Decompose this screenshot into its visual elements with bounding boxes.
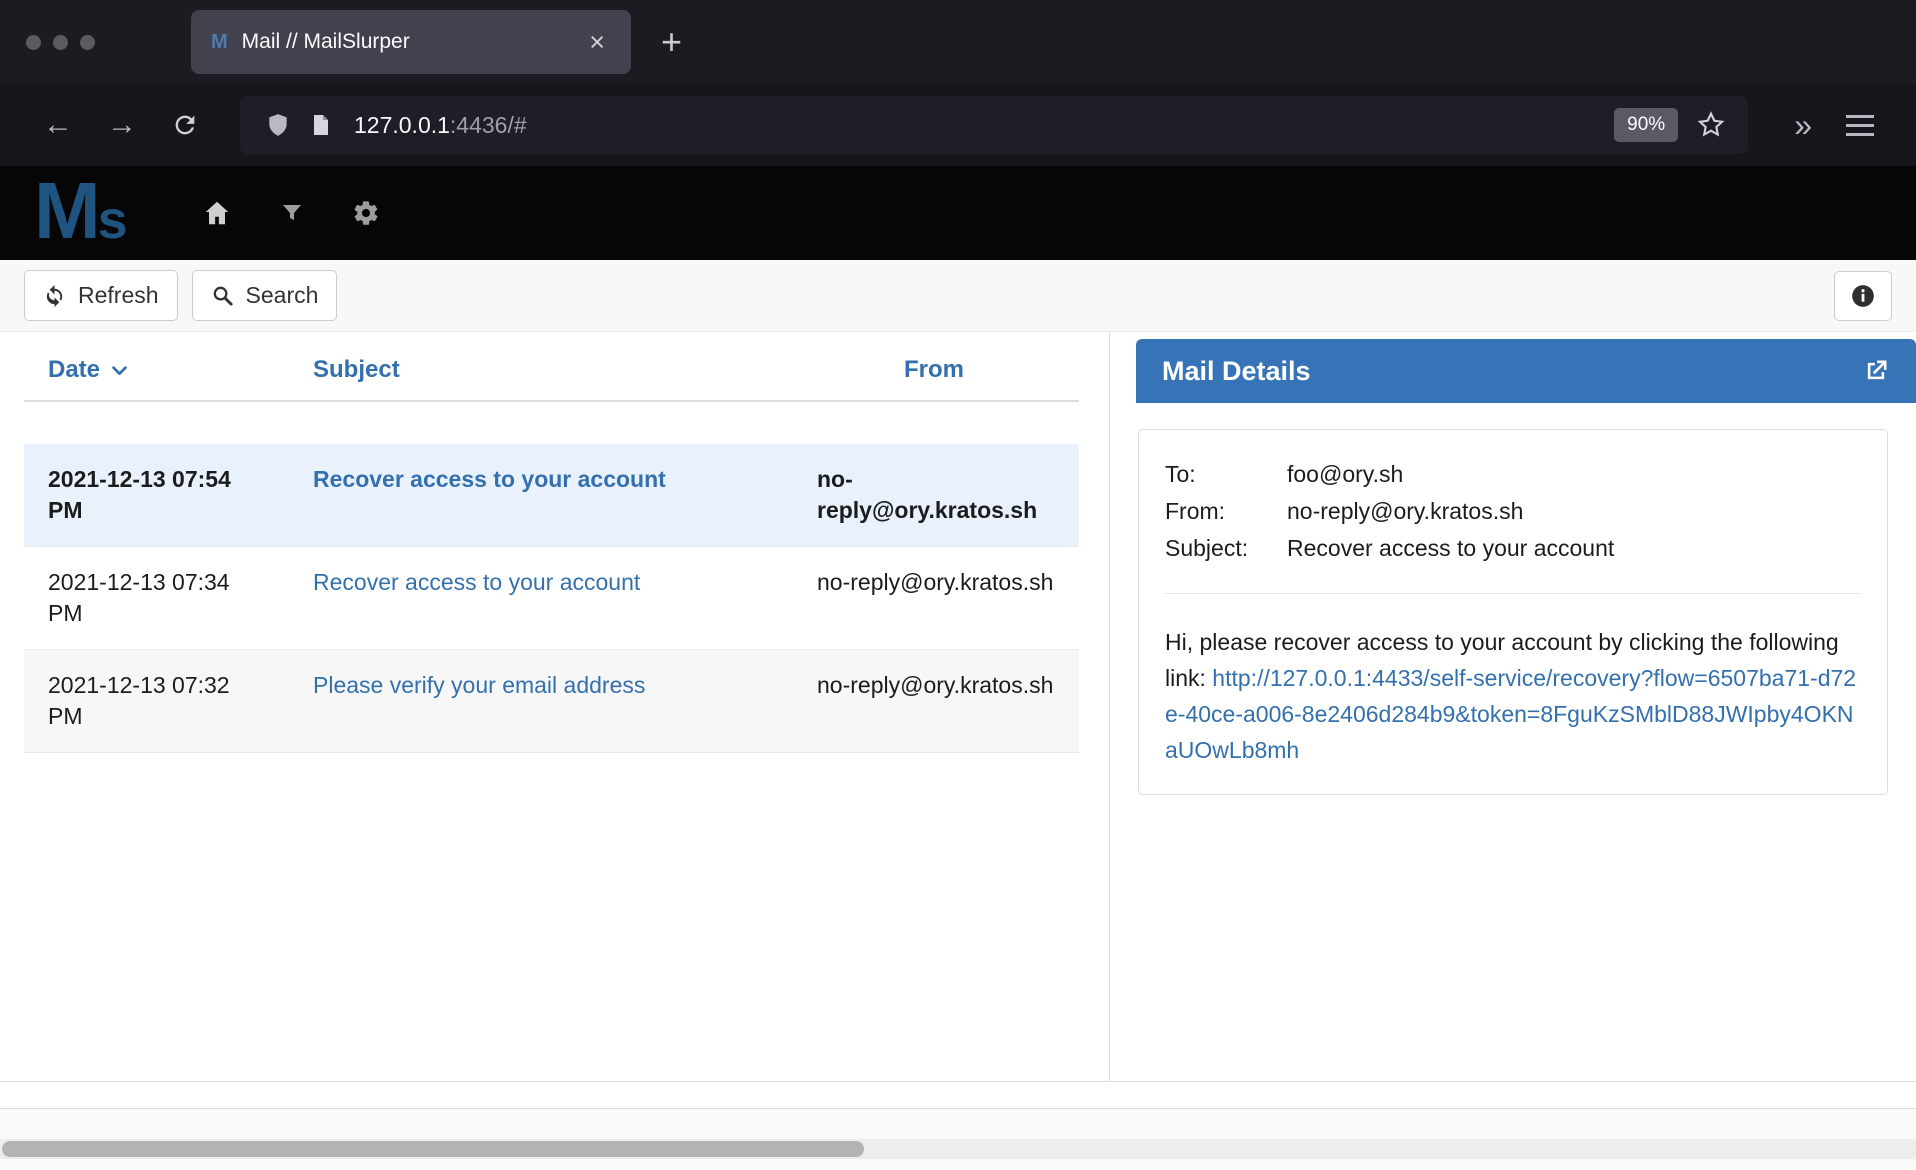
mailslurper-app-bar: M s [0,166,1916,260]
search-button[interactable]: Search [192,270,338,321]
back-icon[interactable]: ← [43,110,73,140]
refresh-icon [43,284,66,307]
shield-icon[interactable] [265,112,291,138]
field-to: To: foo@ory.sh [1165,456,1861,493]
from-value: no-reply@ory.kratos.sh [1287,493,1523,530]
info-button[interactable] [1834,271,1892,321]
tab-title: Mail // MailSlurper [242,30,584,54]
footer-bar [0,1109,1916,1169]
mail-details-card: To: foo@ory.sh From: no-reply@ory.kratos… [1138,429,1888,795]
browser-nav-bar: ← → 127.0.0.1:4436/# 90% » [0,84,1916,166]
mail-row-from: no-reply@ory.kratos.sh [789,464,1079,526]
refresh-button[interactable]: Refresh [24,270,178,321]
open-external-icon[interactable] [1862,357,1890,385]
field-from: From: no-reply@ory.kratos.sh [1165,493,1861,530]
overflow-chevron-icon[interactable]: » [1794,107,1812,144]
main-content: Date Subject From 2021-12-13 07:54 PM Re… [0,332,1916,1082]
window-close-button[interactable] [26,35,41,50]
bottom-strip [0,1082,1916,1109]
mailslurper-logo: M s [34,175,128,251]
mail-subject-link[interactable]: Recover access to your account [313,569,640,595]
mail-list-pane: Date Subject From 2021-12-13 07:54 PM Re… [0,332,1110,1081]
tab-close-icon[interactable]: × [583,27,611,58]
mail-row-from: no-reply@ory.kratos.sh [789,567,1079,629]
column-header-subject[interactable]: Subject [289,356,789,384]
reload-icon[interactable] [171,111,199,139]
horizontal-scrollbar-track[interactable] [0,1139,1916,1159]
to-value: foo@ory.sh [1287,456,1403,493]
window-controls [26,35,95,50]
mail-row-date: 2021-12-13 07:32 PM [24,670,289,732]
from-label: From: [1165,493,1287,530]
mail-details-pane: Mail Details To: foo@ory.sh From: no-rep… [1110,332,1916,1081]
mail-details-header: Mail Details [1136,339,1916,403]
mail-row-selected[interactable]: 2021-12-13 07:54 PM Recover access to yo… [24,444,1079,546]
mail-subject-link[interactable]: Recover access to your account [313,466,666,492]
field-subject: Subject: Recover access to your account [1165,530,1861,567]
details-divider [1165,593,1861,594]
page-info-icon[interactable] [309,112,333,138]
column-header-from[interactable]: From [789,356,1079,384]
search-button-label: Search [246,282,319,309]
url-text[interactable]: 127.0.0.1:4436/# [354,112,1614,139]
browser-tab[interactable]: M Mail // MailSlurper × [191,10,631,74]
browser-tab-strip: M Mail // MailSlurper × + [0,0,1916,84]
mail-subject-link[interactable]: Please verify your email address [313,672,645,698]
forward-icon[interactable]: → [107,110,137,140]
info-icon [1850,283,1876,309]
url-host: 127.0.0.1 [354,112,450,138]
column-header-date[interactable]: Date [24,356,289,384]
url-port-path: :4436/# [450,112,527,138]
bookmark-star-icon[interactable] [1696,110,1726,140]
to-label: To: [1165,456,1287,493]
mail-row-from: no-reply@ory.kratos.sh [789,670,1079,732]
filter-icon[interactable] [280,201,304,225]
zoom-level-badge[interactable]: 90% [1614,108,1678,142]
column-header-date-label: Date [48,356,100,384]
sort-chevron-down-icon [110,361,129,380]
gear-icon[interactable] [352,199,380,227]
mail-table-header: Date Subject From [24,332,1079,402]
mail-details-title: Mail Details [1162,356,1862,387]
menu-hamburger-icon[interactable] [1846,124,1874,127]
table-spacer [24,402,1079,444]
subject-label: Subject: [1165,530,1287,567]
app-nav-icons [202,198,380,228]
refresh-button-label: Refresh [78,282,159,309]
logo-letter-s: s [98,189,128,251]
horizontal-scrollbar-thumb[interactable] [2,1141,864,1157]
recovery-link[interactable]: http://127.0.0.1:4433/self-service/recov… [1165,665,1856,763]
mail-body: Hi, please recover access to your accoun… [1165,624,1861,768]
mail-row[interactable]: 2021-12-13 07:34 PM Recover access to yo… [24,546,1079,649]
mail-row[interactable]: 2021-12-13 07:32 PM Please verify your e… [24,649,1079,753]
logo-letter-m: M [34,175,96,247]
window-maximize-button[interactable] [80,35,95,50]
new-tab-button[interactable]: + [661,21,682,63]
mail-row-date: 2021-12-13 07:34 PM [24,567,289,629]
mail-table: Date Subject From 2021-12-13 07:54 PM Re… [24,332,1079,753]
url-bar[interactable]: 127.0.0.1:4436/# 90% [240,96,1748,154]
subject-value: Recover access to your account [1287,530,1614,567]
window-minimize-button[interactable] [53,35,68,50]
app-toolbar: Refresh Search [0,260,1916,332]
home-icon[interactable] [202,198,232,228]
search-icon [211,284,234,307]
mail-row-date: 2021-12-13 07:54 PM [24,464,289,526]
tab-favicon-mailslurper-icon: M [211,31,228,54]
